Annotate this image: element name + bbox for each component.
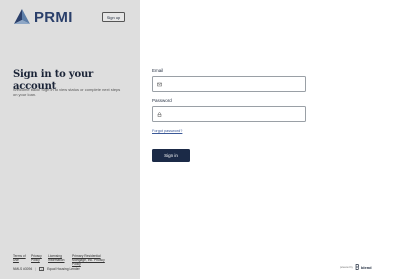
email-field[interactable] xyxy=(152,76,306,92)
footer-link-privacy[interactable]: Privacy Policy xyxy=(31,254,44,266)
divider: | xyxy=(35,267,37,271)
brand-name: PRMI xyxy=(34,8,73,26)
email-label: Email xyxy=(152,68,164,73)
powered-by-blend: powered by blend xyxy=(340,264,372,270)
equal-housing-icon: ⌂ xyxy=(39,267,45,271)
blend-b-icon xyxy=(355,264,360,270)
footer-links: Terms of Use Privacy Policy Licensing In… xyxy=(13,254,138,266)
blend-brand: blend xyxy=(360,264,372,270)
footer-link-terms[interactable]: Terms of Use xyxy=(13,254,27,266)
mail-icon xyxy=(157,82,162,86)
prmi-triangle-logo-icon xyxy=(14,9,30,24)
footer-legal: NMLS #3094 | ⌂ Equal Housing Lender xyxy=(13,267,80,271)
nmls-number: NMLS #3094 xyxy=(13,267,33,271)
sign-in-button[interactable]: Sign in xyxy=(152,149,190,162)
forgot-password-link[interactable]: Forgot password? xyxy=(152,129,307,133)
sign-in-form: Email Password Forgot password? Sign in xyxy=(152,68,307,162)
footer-link-prmi-privacy[interactable]: Primary Residential Mortgage, Inc. Priva… xyxy=(72,254,114,266)
sign-up-button[interactable]: Sign up xyxy=(102,12,125,22)
powered-by-label: powered by xyxy=(340,265,353,269)
footer-link-licensing[interactable]: Licensing Information xyxy=(48,254,68,266)
password-field[interactable] xyxy=(152,106,306,122)
page-subtitle: Welcome back! Sign in to view status or … xyxy=(13,87,121,97)
blend-logo: blend xyxy=(355,264,372,270)
lock-icon xyxy=(157,111,162,117)
left-panel: PRMI Sign up Sign in to your account Wel… xyxy=(0,0,140,279)
prmi-logo[interactable]: PRMI xyxy=(13,8,73,26)
password-label: Password xyxy=(152,98,172,103)
equal-housing-label: Equal Housing Lender xyxy=(47,267,80,271)
